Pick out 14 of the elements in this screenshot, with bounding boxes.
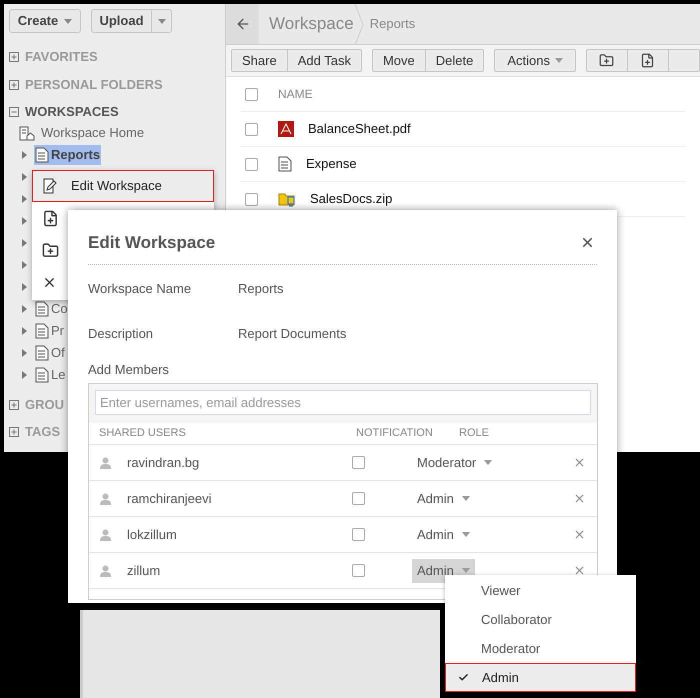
- dialog-title: Edit Workspace: [88, 232, 216, 254]
- field-label: Description: [88, 324, 154, 343]
- field-value: Reports: [238, 280, 284, 298]
- user-name: ramchiranjeevi: [127, 490, 213, 508]
- field-label: Add Members: [88, 360, 170, 378]
- column-header: ROLE: [459, 426, 489, 442]
- field-label: Workspace Name: [88, 280, 192, 298]
- user-name: zillum: [127, 562, 162, 580]
- field-value: Report Documents: [238, 324, 346, 343]
- breadcrumb-current: Reports: [370, 15, 416, 34]
- user-name: ravindran.bg: [127, 454, 200, 472]
- user-name: lokzillum: [127, 526, 178, 544]
- column-header: SHARED USERS: [99, 426, 187, 442]
- column-header: NOTIFICATION: [356, 426, 434, 442]
